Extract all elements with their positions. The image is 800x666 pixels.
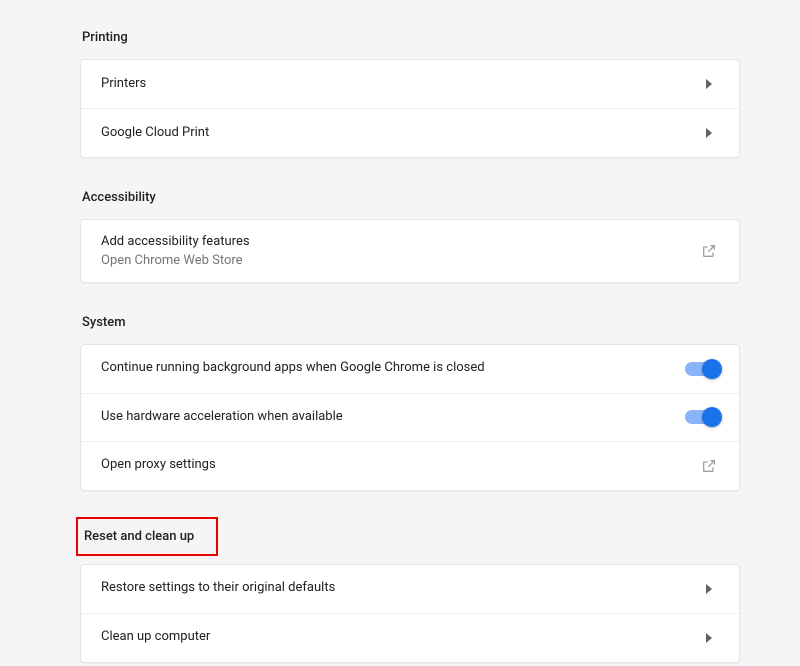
settings-page: Printing Printers Google Cloud Print Acc… (0, 0, 800, 663)
arrow-right-icon (699, 628, 719, 648)
row-hardware-acceleration[interactable]: Use hardware acceleration when available (81, 393, 739, 441)
label-cloud-print: Google Cloud Print (101, 125, 209, 142)
card-system: Continue running background apps when Go… (80, 344, 740, 491)
section-printing: Printing Printers Google Cloud Print (80, 24, 740, 158)
section-title-reset: Reset and clean up (84, 529, 194, 544)
card-reset-cleanup: Restore settings to their original defau… (80, 564, 740, 663)
card-accessibility: Add accessibility features Open Chrome W… (80, 219, 740, 283)
row-google-cloud-print[interactable]: Google Cloud Print (81, 108, 739, 157)
sublabel-add-features: Open Chrome Web Store (101, 253, 250, 268)
section-accessibility: Accessibility Add accessibility features… (80, 184, 740, 283)
highlight-reset-cleanup: Reset and clean up (76, 517, 218, 556)
label-cleanup: Clean up computer (101, 629, 210, 646)
arrow-right-icon (699, 579, 719, 599)
section-title-system: System (80, 309, 740, 344)
label-proxy: Open proxy settings (101, 457, 216, 474)
row-add-accessibility-features[interactable]: Add accessibility features Open Chrome W… (81, 220, 739, 282)
arrow-right-icon (699, 74, 719, 94)
row-background-apps[interactable]: Continue running background apps when Go… (81, 345, 739, 393)
label-hardware-accel: Use hardware acceleration when available (101, 409, 343, 426)
toggle-hardware-accel[interactable] (685, 410, 719, 424)
section-reset-cleanup: Reset and clean up Restore settings to t… (80, 517, 740, 663)
row-restore-defaults[interactable]: Restore settings to their original defau… (81, 565, 739, 613)
section-title-accessibility: Accessibility (80, 184, 740, 219)
section-system: System Continue running background apps … (80, 309, 740, 491)
row-printers[interactable]: Printers (81, 60, 739, 108)
arrow-right-icon (699, 123, 719, 143)
toggle-background-apps[interactable] (685, 362, 719, 376)
row-cleanup-computer[interactable]: Clean up computer (81, 613, 739, 662)
label-add-features: Add accessibility features (101, 234, 250, 251)
card-printing: Printers Google Cloud Print (80, 59, 740, 158)
external-link-icon (699, 241, 719, 261)
row-open-proxy-settings[interactable]: Open proxy settings (81, 441, 739, 490)
label-background-apps: Continue running background apps when Go… (101, 360, 485, 377)
label-restore: Restore settings to their original defau… (101, 580, 335, 597)
section-title-printing: Printing (80, 24, 740, 59)
external-link-icon (699, 456, 719, 476)
label-printers: Printers (101, 76, 146, 93)
